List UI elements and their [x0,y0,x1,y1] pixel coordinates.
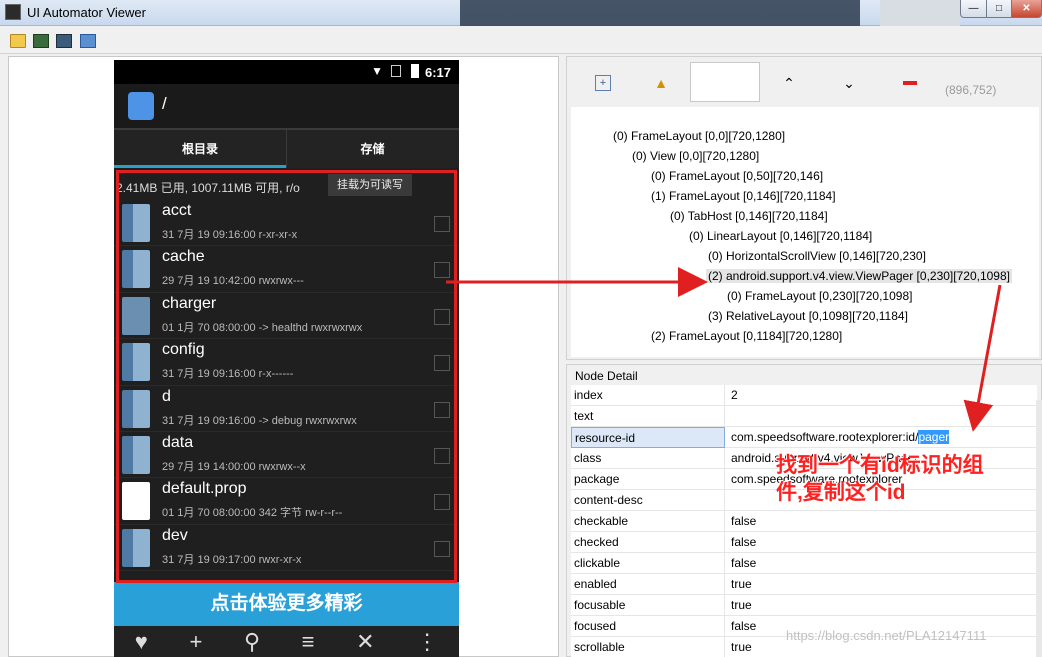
background-window-strip-2 [880,0,960,26]
detail-row-focusable[interactable]: focusable true [571,595,1037,616]
watermark: https://blog.csdn.net/PLA12147111 [786,628,987,643]
status-bar: ▼ 6:17 [114,60,459,84]
tree-node[interactable]: (0) LinearLayout [0,146][720,1184] [689,229,872,243]
maximize-button[interactable]: □ [986,0,1012,18]
tree-node-selected[interactable]: (2) android.support.v4.view.ViewPager [0… [706,269,1012,283]
status-time: 6:17 [424,65,451,80]
detail-value[interactable]: false [728,511,1033,532]
node-detail-title: Node Detail [575,369,638,383]
annotation-text: 找到一个有id标识的组 件,复制这个id [776,452,1038,506]
tree-node[interactable]: (0) TabHost [0,146][720,1184] [670,209,828,223]
hierarchy-toolbar: + ▲ ⌃ ⌄ (896,752) [567,57,1042,107]
bottom-action-icon[interactable]: ≡ [302,629,315,655]
hierarchy-pane: + ▲ ⌃ ⌄ (896,752) (0) FrameLayout [0,0][… [566,56,1042,360]
detail-key: text [571,406,725,427]
device-screenshot-compressed-icon[interactable] [56,34,72,48]
detail-key: class [571,448,725,469]
promo-banner[interactable]: 点击体验更多精彩 [114,582,459,626]
detail-key: focused [571,616,725,637]
battery-icon [411,64,419,78]
highlight-frame [116,170,457,583]
tree-node[interactable]: (0) FrameLayout [0,230][720,1098] [727,289,912,303]
hierarchy-tree: (0) FrameLayout [0,0][720,1280] (0) View… [571,107,1039,357]
detail-value[interactable]: 2 [728,385,1033,406]
search-field[interactable] [690,62,760,102]
detail-row-text[interactable]: text [571,406,1037,427]
node-detail-pane: Node Detail index 2 text resource-id com.s… [566,364,1042,657]
detail-row-clickable[interactable]: clickable false [571,553,1037,574]
tab-root[interactable]: 根目录 [114,130,286,168]
detail-key: package [571,469,725,490]
node-detail-table: index 2 text resource-id com.speedsoftware… [571,385,1037,657]
detail-key: checkable [571,511,725,532]
detail-value[interactable]: false [728,553,1033,574]
warning-icon[interactable]: ▲ [653,75,669,91]
tree-node[interactable]: (3) RelativeLayout [0,1098][720,1184] [708,309,908,323]
detail-row-resource-id[interactable]: resource-id com.speedsoftware.rootexplore… [571,427,1037,448]
minimize-button[interactable]: — [960,0,987,18]
detail-row-checked[interactable]: checked false [571,532,1037,553]
close-button[interactable]: ✕ [1011,0,1042,18]
detail-key: index [571,385,725,406]
tree-node[interactable]: (2) FrameLayout [0,1184][720,1280] [651,329,842,343]
chevron-down-icon[interactable]: ⌄ [841,75,857,91]
app-icon [5,4,21,20]
wifi-icon: ▼ [371,64,383,78]
detail-key: checked [571,532,725,553]
phone-tabs: 根目录 存储 [114,128,459,168]
background-window-strip [460,0,860,26]
main-toolbar [0,27,1042,54]
tree-node[interactable]: (0) FrameLayout [0,50][720,146] [651,169,823,183]
detail-value[interactable]: true [728,595,1033,616]
detail-value[interactable]: true [728,574,1033,595]
detail-key: clickable [571,553,725,574]
detail-value[interactable] [728,406,1033,427]
app-bar: / [114,84,459,128]
annotation-line-2: 件,复制这个id [776,481,906,504]
tree-node[interactable]: (0) HorizontalScrollView [0,146][720,230… [708,249,926,263]
tree-node[interactable]: (1) FrameLayout [0,146][720,1184] [651,189,836,203]
expand-all-icon[interactable]: + [595,75,611,91]
detail-key: enabled [571,574,725,595]
resource-id-selection[interactable]: pager [918,430,950,444]
folder-open-icon[interactable] [10,34,26,48]
no-signal-icon [391,65,401,77]
detail-row-checkable[interactable]: checkable false [571,511,1037,532]
detail-key: content-desc [571,490,725,511]
bottom-action-bar: ♥ + ⚲ ≡ ✕ ⋮ [114,626,459,657]
bottom-action-icon[interactable]: + [189,629,202,655]
tree-node[interactable]: (0) FrameLayout [0,0][720,1280] [613,129,785,143]
resource-id-prefix: com.speedsoftware.rootexplorer:id/ [731,430,919,444]
detail-row-enabled[interactable]: enabled true [571,574,1037,595]
detail-key: focusable [571,595,725,616]
bottom-action-icon[interactable]: ⚲ [244,629,260,655]
tree-node[interactable]: (0) View [0,0][720,1280] [632,149,759,163]
remove-icon[interactable] [903,81,917,85]
detail-row-index[interactable]: index 2 [571,385,1037,406]
device-screenshot-icon[interactable] [33,34,49,48]
bottom-action-icon[interactable]: ✕ [356,629,374,655]
detail-key: resource-id [571,427,725,448]
bottom-action-icon[interactable]: ♥ [135,629,148,655]
detail-value[interactable]: false [728,532,1033,553]
save-icon[interactable] [80,34,96,48]
detail-value-resource-id[interactable]: com.speedsoftware.rootexplorer:id/pager [728,427,1033,448]
detail-key: scrollable [571,637,725,657]
coordinate-readout: (896,752) [945,83,997,97]
bottom-action-icon[interactable]: ⋮ [416,629,438,655]
window-title: UI Automator Viewer [27,5,146,20]
tab-storage[interactable]: 存储 [286,130,458,168]
title-bar: UI Automator Viewer — □ ✕ [0,0,1042,26]
root-explorer-logo [128,92,154,120]
current-path: / [162,94,167,113]
annotation-line-1: 找到一个有id标识的组 [776,454,984,477]
detail-scrollbar[interactable] [1036,400,1042,657]
chevron-up-icon[interactable]: ⌃ [781,75,797,91]
